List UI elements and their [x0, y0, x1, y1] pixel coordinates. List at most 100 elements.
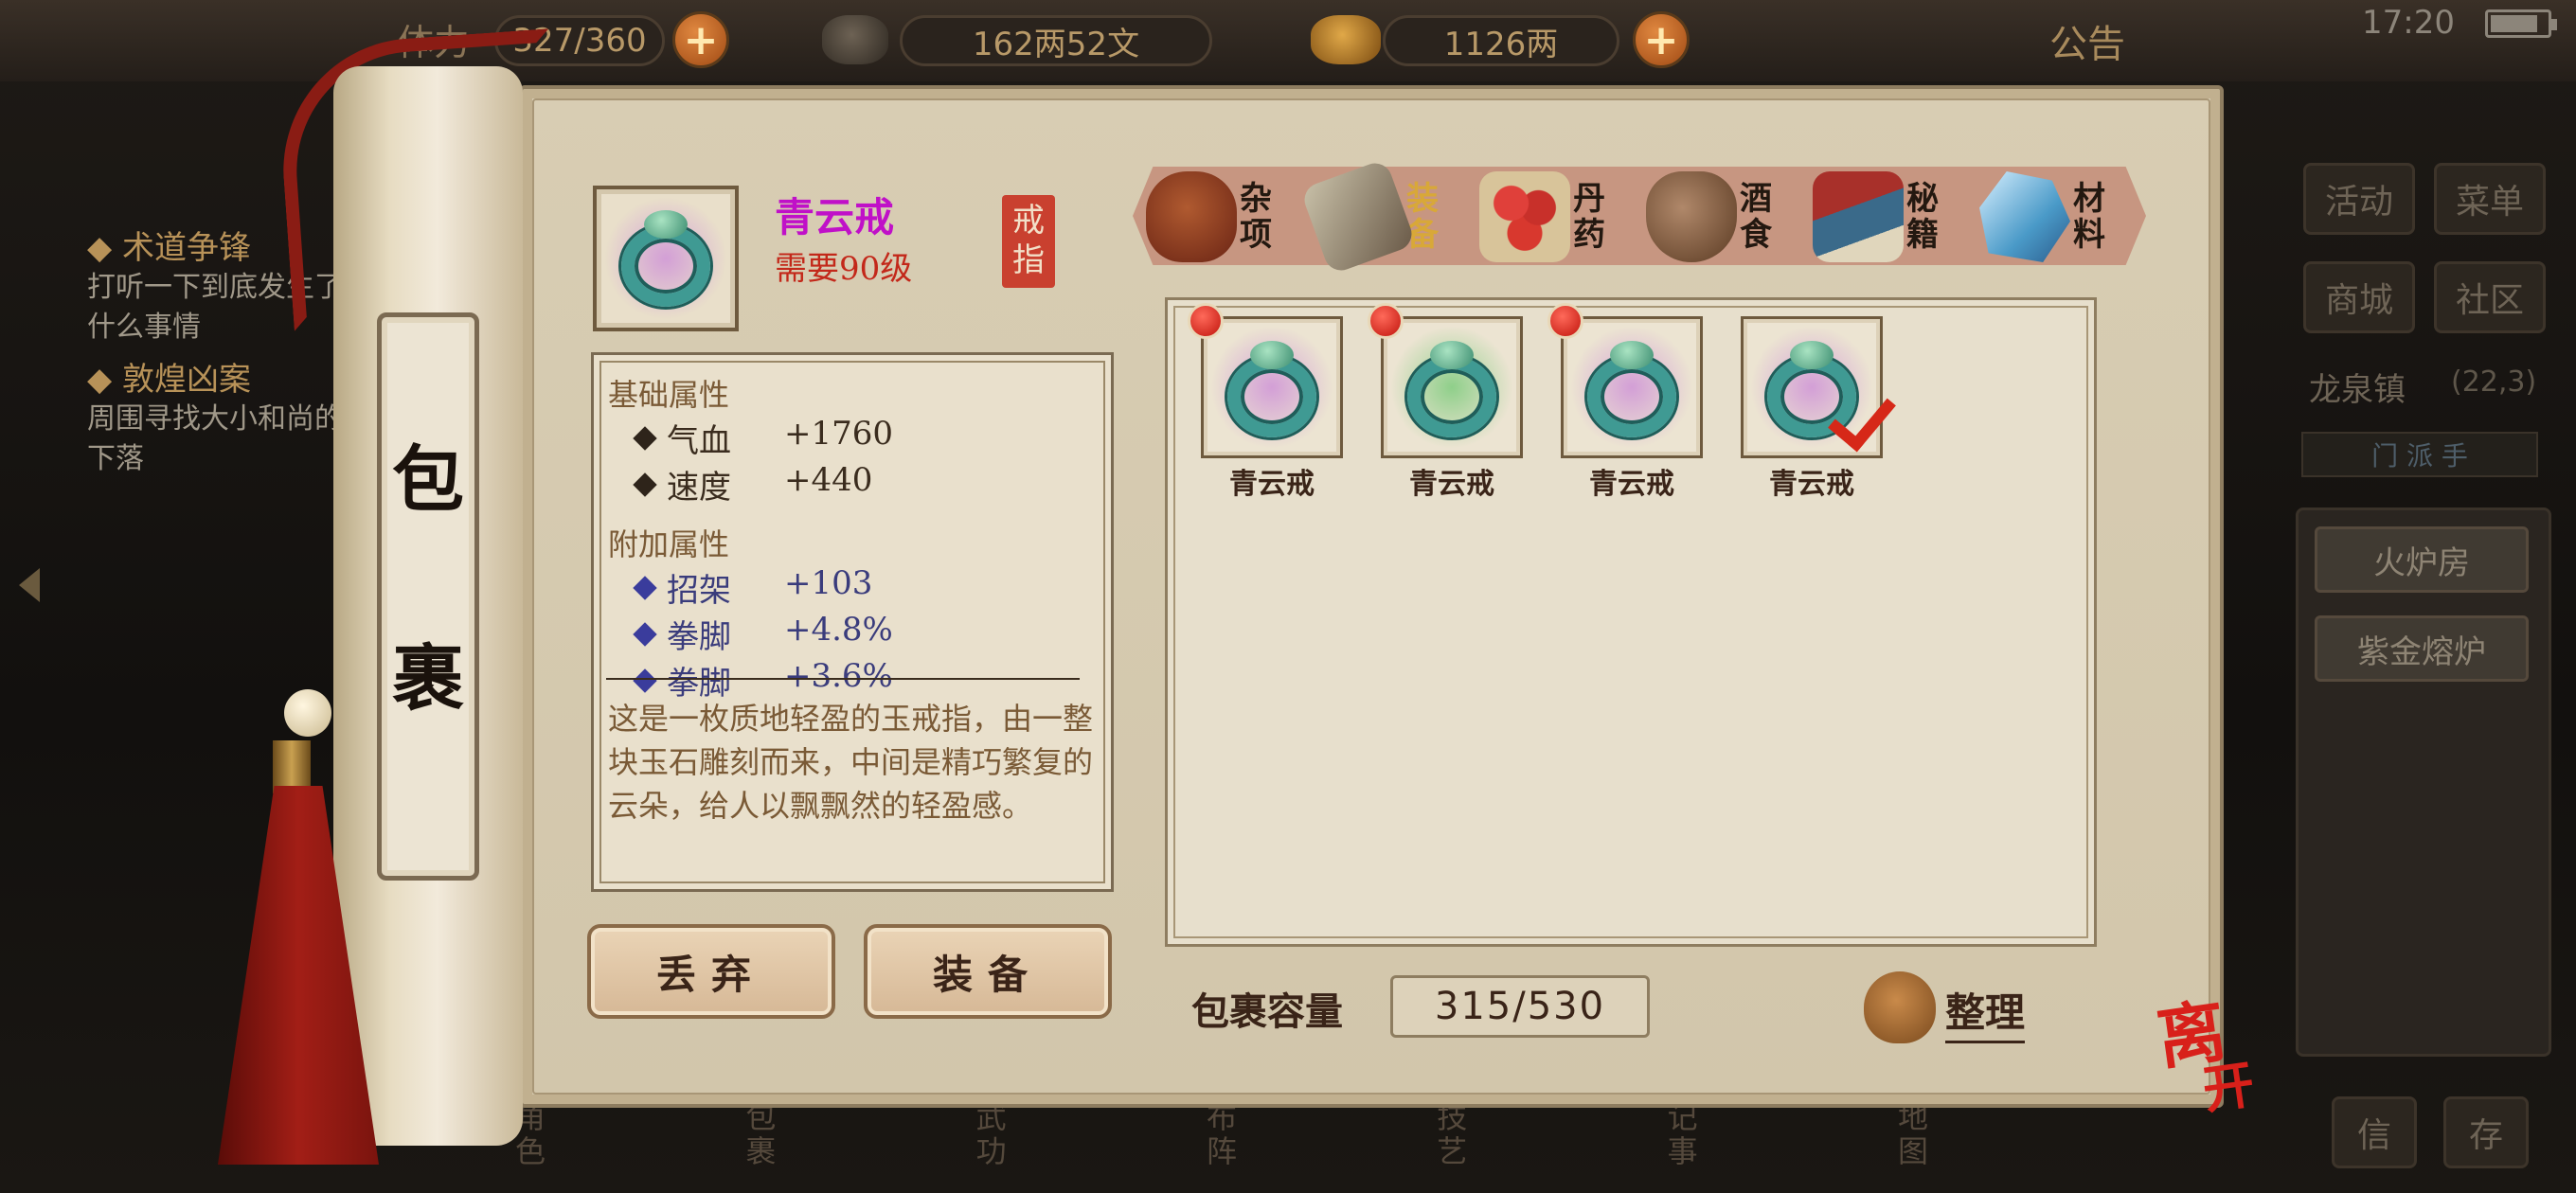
slot-item-name: 青云戒: [1589, 468, 1674, 501]
capacity-value: 315/530: [1390, 975, 1650, 1038]
equipment-icon: [1299, 158, 1417, 276]
tab-label: 材料: [2073, 180, 2105, 254]
tab-food[interactable]: 酒食: [1646, 155, 1813, 278]
attr-name: 气血: [667, 422, 731, 460]
leave-char: 开: [2198, 1053, 2259, 1121]
gold-amount: 1126两: [1383, 15, 1619, 66]
add-stamina-button[interactable]: +: [672, 11, 729, 68]
nav-journal[interactable]: 记事: [1664, 1100, 1702, 1193]
book-icon: [1813, 171, 1904, 262]
item-type-char: 指: [1012, 241, 1045, 279]
discard-button[interactable]: 丢弃: [587, 924, 835, 1019]
crystal-icon: [1979, 171, 2070, 262]
base-attr-row: 速度 +440: [608, 461, 1100, 507]
nav-bag[interactable]: 包裹: [742, 1100, 779, 1193]
bottom-nav: 角色 包裹 武功 布阵 技艺 记事 地图: [511, 1100, 1932, 1193]
tassel-cap: [273, 740, 311, 793]
money-bag-icon[interactable]: [1864, 971, 1936, 1043]
attr-value: +103: [784, 564, 873, 602]
slot-item-name: 青云戒: [1229, 468, 1315, 501]
location-name: 龙泉镇: [2309, 371, 2406, 409]
tab-label: 杂项: [1240, 180, 1272, 254]
clock: 17:20: [2362, 4, 2455, 42]
sort-button[interactable]: 整理: [1945, 981, 2026, 1043]
capacity-label: 包裹容量: [1191, 989, 1343, 1034]
tab-label: 酒食: [1740, 180, 1772, 254]
selected-item-slot: [593, 186, 739, 331]
tab-label: 丹药: [1573, 180, 1605, 254]
slot-item-name: 青云戒: [1769, 468, 1854, 501]
facility-item[interactable]: 紫金熔炉: [2315, 615, 2529, 682]
diamond-icon: [633, 425, 657, 451]
storage-button[interactable]: 存: [2443, 1096, 2529, 1168]
diamond-icon: [633, 472, 657, 497]
leave-button[interactable]: 离 开: [2152, 989, 2273, 1124]
base-attr-row: 气血 +1760: [608, 415, 1100, 461]
ring-gem-icon: [1430, 341, 1474, 369]
quest-item[interactable]: ◆ 敦煌凶案 周围寻找大小和尚的 下落: [87, 353, 343, 479]
slot-item-name: 青云戒: [1409, 468, 1494, 501]
add-gold-button[interactable]: +: [1633, 11, 1690, 68]
item-description: 这是一枚质地轻盈的玉戒指，由一整块玉石雕刻而来，中间是精巧繁复的云朵，给人以飘飘…: [608, 701, 1094, 824]
nav-skills[interactable]: 技艺: [1433, 1100, 1471, 1193]
diamond-icon: [633, 575, 657, 600]
channel-tabs[interactable]: 门 派 手: [2301, 432, 2538, 477]
equip-button[interactable]: 装备: [864, 924, 1112, 1019]
extra-attr-header: 附加属性: [608, 526, 730, 562]
nav-map[interactable]: 地图: [1894, 1100, 1932, 1193]
silver-icon: [822, 15, 888, 64]
food-icon: [1646, 171, 1737, 262]
nav-martial[interactable]: 武功: [973, 1100, 1011, 1193]
category-tabs: 杂项 装备 丹药 酒食 秘籍 材料: [1146, 155, 2146, 278]
facility-item[interactable]: 火炉房: [2315, 526, 2529, 593]
extra-attr-row: 拳脚 +4.8%: [608, 611, 1100, 657]
diamond-icon: [633, 621, 657, 647]
scroll-title-label: 包 裹: [377, 312, 479, 881]
gold-ingot-icon: [1311, 15, 1381, 64]
shop-button[interactable]: 商城: [2303, 261, 2415, 333]
extra-attr-row: 招架 +103: [608, 564, 1100, 611]
nav-formation[interactable]: 布阵: [1203, 1100, 1241, 1193]
tab-manuals[interactable]: 秘籍: [1813, 155, 1979, 278]
ring-gem-icon: [1250, 341, 1294, 369]
scroll-title-char: 裹: [392, 636, 464, 721]
pill-icon: [1479, 171, 1570, 262]
tab-label: 秘籍: [1906, 180, 1939, 254]
attr-name: 拳脚: [667, 618, 731, 656]
base-attr-header: 基础属性: [608, 377, 730, 413]
community-button[interactable]: 社区: [2434, 261, 2546, 333]
quest-desc: 下落: [87, 442, 144, 475]
jar-icon: [1146, 171, 1237, 262]
tab-materials[interactable]: 材料: [1979, 155, 2146, 278]
collapse-arrow-icon[interactable]: [19, 568, 40, 602]
tab-misc[interactable]: 杂项: [1146, 155, 1313, 278]
quest-title: 术道争锋: [121, 229, 251, 267]
menu-button[interactable]: 菜单: [2434, 163, 2546, 235]
divider: [606, 678, 1080, 680]
ring-gem-icon: [1610, 341, 1654, 369]
quest-title: 敦煌凶案: [121, 361, 251, 399]
location-coords: (22,3): [2451, 365, 2537, 399]
new-item-dot: [1188, 303, 1224, 339]
ring-gem-icon: [1790, 341, 1834, 369]
battery-icon: [2485, 9, 2557, 38]
activity-button[interactable]: 活动: [2303, 163, 2415, 235]
new-item-dot: [1368, 303, 1404, 339]
tab-pills[interactable]: 丹药: [1479, 155, 1646, 278]
attribute-list: 基础属性 气血 +1760 速度 +440 附加属性 招架 +103 拳脚 +4.8% …: [608, 371, 1100, 703]
diamond-icon: [633, 668, 657, 693]
mail-button[interactable]: 信: [2332, 1096, 2417, 1168]
attr-name: 招架: [667, 572, 731, 610]
item-type-stamp: 戒 指: [1002, 195, 1055, 288]
quest-desc: 周围寻找大小和尚的: [87, 402, 343, 436]
scroll-title-char: 包: [392, 437, 464, 522]
attr-value: +1760: [784, 415, 894, 453]
item-name: 青云戒: [775, 194, 895, 240]
tab-equipment[interactable]: 装备: [1299, 155, 1479, 278]
attr-name: 速度: [667, 469, 731, 507]
attr-value: +440: [784, 461, 873, 499]
tassel-bead: [284, 689, 331, 737]
notice-button[interactable]: 公告: [2049, 13, 2125, 68]
item-type-char: 戒: [1012, 202, 1045, 240]
item-requirement: 需要90级: [775, 250, 913, 288]
